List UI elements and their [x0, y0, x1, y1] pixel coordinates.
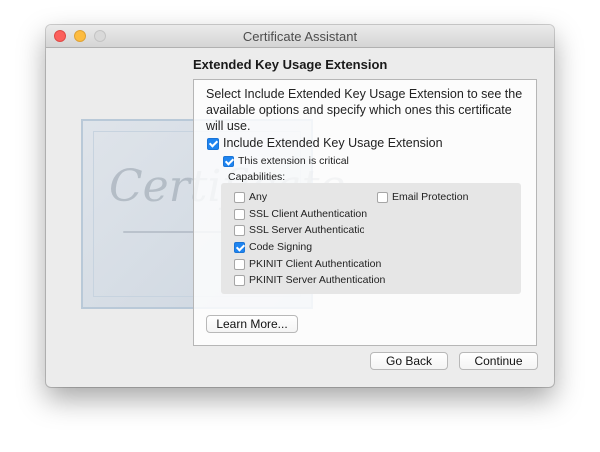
capability-pkinit-server-checkbox[interactable]	[234, 275, 245, 286]
capabilities-label: Capabilities:	[228, 171, 286, 183]
go-back-button[interactable]: Go Back	[370, 352, 448, 370]
certificate-assistant-window: Certificate Assistant Certificate Extend…	[46, 25, 554, 387]
include-extension-checkbox[interactable]	[207, 138, 219, 150]
critical-checkbox[interactable]	[223, 156, 234, 167]
capability-pkinit-client-checkbox[interactable]	[234, 259, 245, 270]
capability-pkinit-server-label: PKINIT Server Authentication	[249, 274, 386, 286]
capability-ssl-server-label: SSL Server Authentication	[249, 224, 364, 236]
capability-pkinit-client-label: PKINIT Client Authentication	[249, 258, 382, 270]
continue-button[interactable]: Continue	[459, 352, 538, 370]
options-panel: Select Include Extended Key Usage Extens…	[193, 79, 537, 346]
learn-more-button[interactable]: Learn More...	[206, 315, 298, 333]
capability-ssl-client-checkbox[interactable]	[234, 209, 245, 220]
description-text: Select Include Extended Key Usage Extens…	[206, 87, 523, 133]
capabilities-group: Any Email Protection SSL Client Authenti…	[221, 183, 521, 294]
include-extension-label: Include Extended Key Usage Extension	[223, 136, 443, 150]
capability-ssl-client-label: SSL Client Authentication	[249, 208, 368, 220]
capability-ssl-server-checkbox[interactable]	[234, 225, 245, 236]
capability-email-protection-label: Email Protection	[392, 191, 469, 203]
window-title: Certificate Assistant	[242, 29, 358, 44]
capability-code-signing-checkbox[interactable]	[234, 242, 245, 253]
page-heading: Extended Key Usage Extension	[193, 57, 388, 72]
capability-email-protection-checkbox[interactable]	[377, 192, 388, 203]
capability-code-signing-label: Code Signing	[249, 241, 313, 253]
title-bar: Certificate Assistant	[46, 25, 554, 48]
capability-any-label: Any	[249, 191, 268, 203]
capability-any-checkbox[interactable]	[234, 192, 245, 203]
critical-label: This extension is critical	[238, 155, 349, 167]
